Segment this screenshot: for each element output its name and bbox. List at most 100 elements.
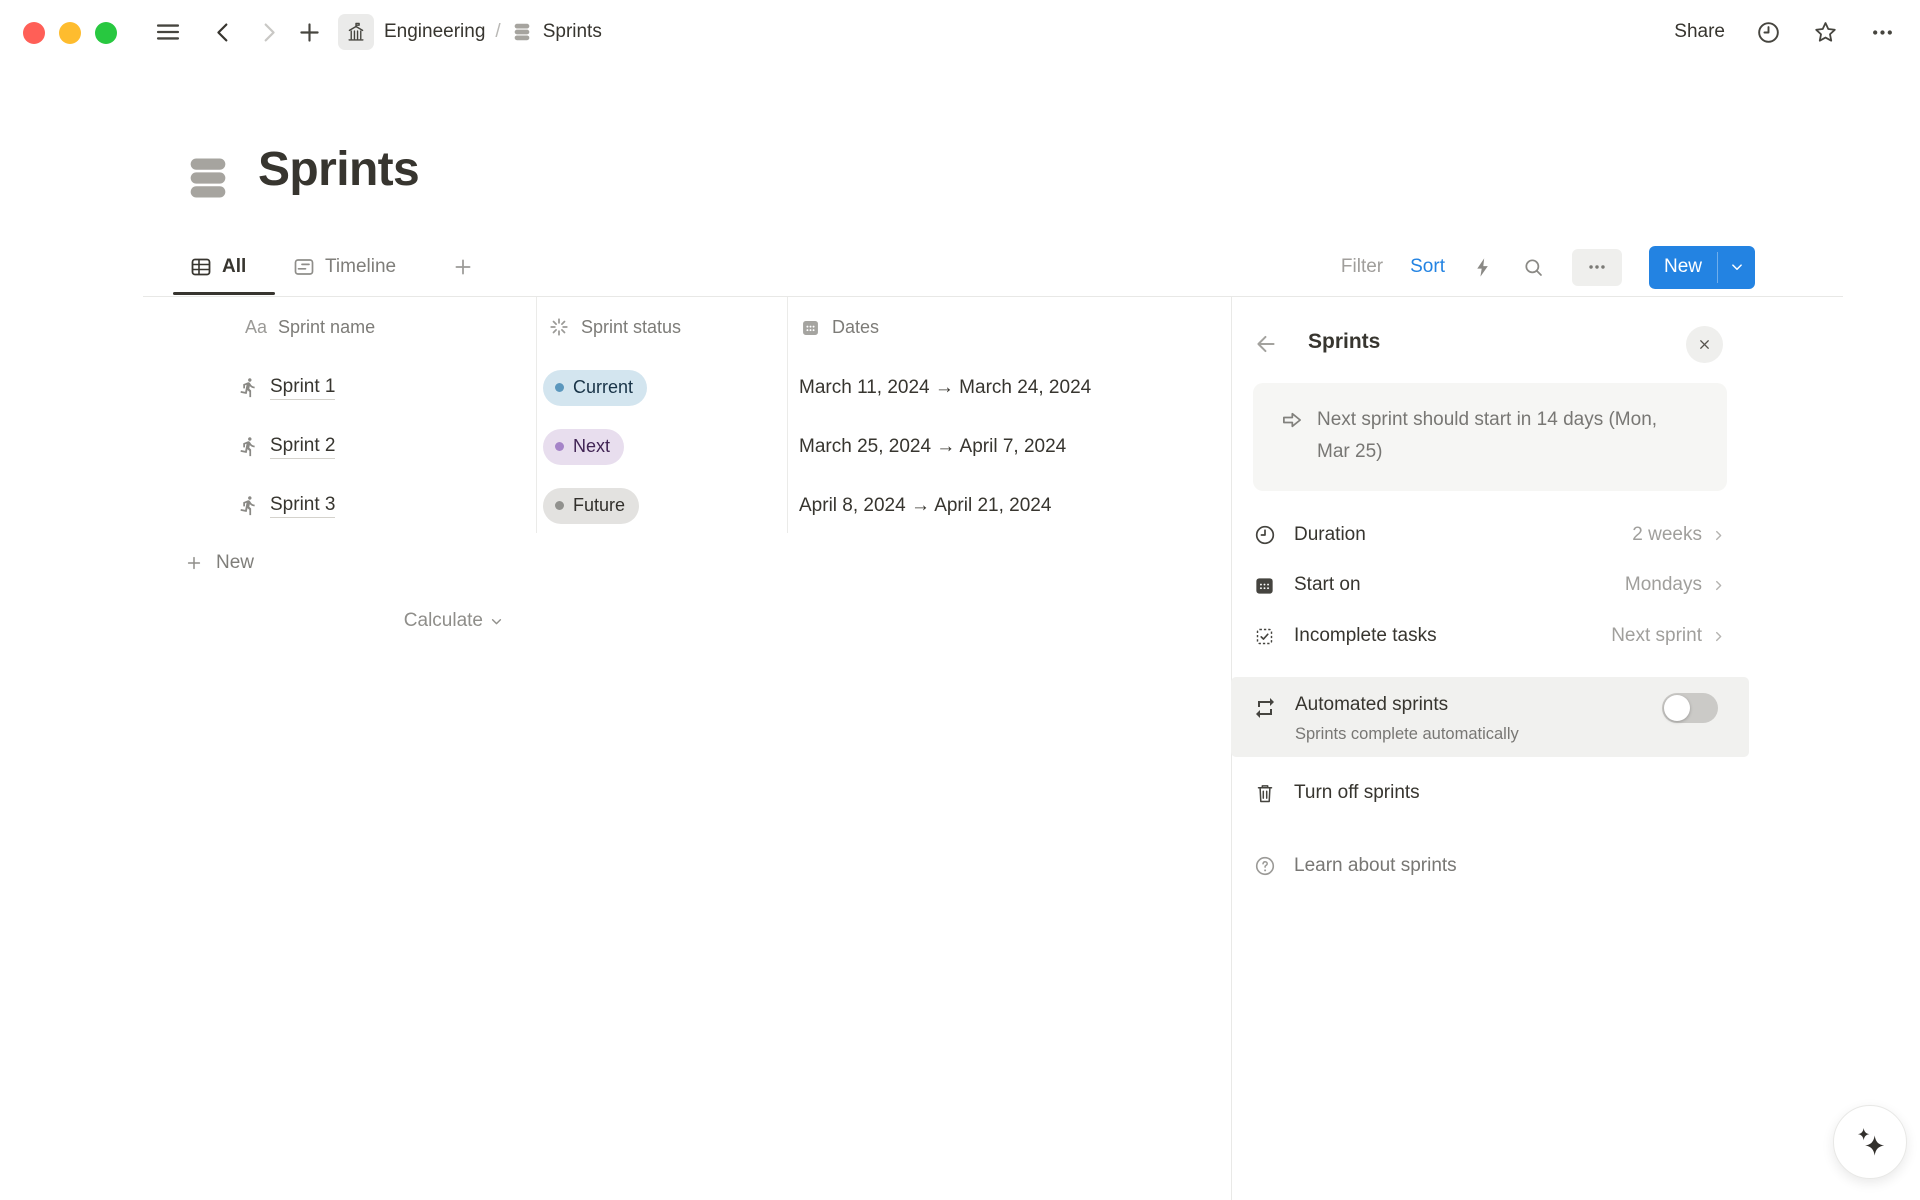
add-view-button[interactable] (452, 240, 474, 294)
panel-title: Sprints (1308, 330, 1380, 354)
nav-back-button[interactable] (210, 19, 237, 46)
status-dot (555, 383, 564, 392)
table-view-icon (189, 255, 213, 279)
sidebar-menu-button[interactable] (154, 18, 182, 46)
page-title[interactable]: Sprints (258, 142, 419, 197)
dates-cell[interactable]: March 25, 2024 → April 7, 2024 (799, 417, 1066, 476)
ellipsis-icon (1869, 19, 1896, 46)
sparkles-icon (1850, 1122, 1890, 1162)
tab-all[interactable]: All (189, 240, 246, 294)
search-view-button[interactable] (1522, 256, 1545, 279)
favorite-button[interactable] (1812, 19, 1839, 46)
arrow-left-icon (1253, 331, 1279, 357)
zoom-window-button[interactable] (95, 22, 117, 44)
toolbar-divider (143, 296, 1843, 297)
calculate-button[interactable]: Calculate (0, 592, 505, 650)
setting-incomplete-tasks[interactable]: Incomplete tasks Next sprint (1253, 611, 1727, 661)
sprint-name-cell[interactable]: Sprint 2 (238, 417, 335, 476)
setting-value: Mondays (1625, 574, 1702, 596)
building-icon (345, 21, 367, 43)
page-icon[interactable] (182, 152, 234, 204)
plus-icon (452, 256, 474, 278)
dates-cell[interactable]: March 11, 2024 → March 24, 2024 (799, 358, 1091, 417)
panel-close-button[interactable] (1686, 326, 1723, 363)
table-row: Sprint 1 Current March 11, 2024 → March … (143, 358, 1231, 417)
checkbox-icon (1253, 625, 1276, 648)
trash-icon (1253, 781, 1277, 805)
setting-duration[interactable]: Duration 2 weeks (1253, 510, 1727, 560)
sprint-page-link[interactable]: Sprint 1 (270, 376, 335, 400)
sprint-status-cell[interactable]: Next (543, 417, 624, 476)
view-options-button[interactable] (1572, 249, 1622, 286)
sprint-status-cell[interactable]: Current (543, 358, 647, 417)
help-icon (1253, 854, 1277, 878)
minimize-window-button[interactable] (59, 22, 81, 44)
setting-start-on[interactable]: Start on Mondays (1253, 560, 1727, 610)
breadcrumb-workspace[interactable]: Engineering (384, 21, 485, 43)
running-person-icon (238, 436, 259, 457)
new-row-button[interactable]: New (143, 534, 1231, 592)
column-label: Sprint status (581, 317, 681, 338)
chevron-down-icon (488, 613, 505, 630)
column-header-dates[interactable]: Dates (800, 297, 879, 357)
topbar-actions: Share (1674, 0, 1896, 64)
breadcrumb-page[interactable]: Sprints (543, 21, 602, 43)
dates-cell[interactable]: April 8, 2024 → April 21, 2024 (799, 476, 1051, 535)
sprint-page-link[interactable]: Sprint 3 (270, 494, 335, 518)
sprint-page-link[interactable]: Sprint 2 (270, 435, 335, 459)
repeat-icon (1253, 696, 1277, 720)
share-button[interactable]: Share (1674, 21, 1725, 43)
sprint-name-cell[interactable]: Sprint 3 (238, 476, 335, 535)
timeline-view-icon (292, 255, 316, 279)
setting-label: Incomplete tasks (1294, 625, 1611, 647)
learn-about-sprints-label: Learn about sprints (1294, 855, 1457, 877)
more-options-button[interactable] (1869, 19, 1896, 46)
ai-assistant-button[interactable] (1833, 1105, 1907, 1179)
tab-all-label: All (222, 256, 246, 278)
column-header-sprint-status[interactable]: Sprint status (548, 297, 681, 357)
chevron-right-icon (1710, 527, 1727, 544)
close-window-button[interactable] (23, 22, 45, 44)
automated-sprints-label: Automated sprints (1295, 694, 1448, 716)
sprint-status-cell[interactable]: Future (543, 476, 639, 535)
automated-sprints-toggle[interactable] (1662, 693, 1718, 723)
tab-timeline[interactable]: Timeline (292, 240, 396, 294)
learn-about-sprints-link[interactable]: Learn about sprints (1253, 841, 1727, 891)
column-label: Dates (832, 317, 879, 338)
new-record-dropdown[interactable] (1718, 246, 1755, 289)
chevron-left-icon (210, 19, 237, 46)
status-tag[interactable]: Next (543, 429, 624, 465)
nav-forward-button[interactable] (255, 19, 282, 46)
panel-back-button[interactable] (1253, 331, 1279, 357)
chevron-right-icon (1710, 577, 1727, 594)
status-label: Next (573, 436, 610, 457)
sprint-notice: Next sprint should start in 14 days (Mon… (1253, 383, 1727, 491)
status-dot (555, 501, 564, 510)
updates-button[interactable] (1755, 19, 1782, 46)
lightning-icon (1472, 256, 1495, 279)
sort-button[interactable]: Sort (1410, 256, 1445, 278)
automated-sprints-description: Sprints complete automatically (1295, 725, 1519, 744)
sprint-name-cell[interactable]: Sprint 1 (238, 358, 335, 417)
teamspace-icon-badge[interactable] (338, 14, 374, 50)
automations-button[interactable] (1472, 256, 1495, 279)
calculate-label: Calculate (404, 610, 483, 632)
arrow-right-outline-icon (1279, 407, 1305, 433)
setting-value: 2 weeks (1632, 524, 1702, 546)
table-row: Sprint 3 Future April 8, 2024 → April 21… (143, 476, 1231, 535)
calendar-icon (1253, 574, 1276, 597)
status-dot (555, 442, 564, 451)
status-tag[interactable]: Future (543, 488, 639, 524)
filter-button[interactable]: Filter (1341, 256, 1383, 278)
chevron-down-icon (1728, 258, 1746, 276)
column-header-sprint-name[interactable]: Aa Sprint name (245, 297, 375, 357)
clock-icon (1253, 523, 1277, 547)
new-record-button[interactable]: New (1649, 246, 1755, 289)
turn-off-sprints-button[interactable]: Turn off sprints (1253, 768, 1727, 818)
status-tag[interactable]: Current (543, 370, 647, 406)
automated-sprints-row[interactable]: Automated sprints Sprints complete autom… (1231, 677, 1749, 757)
chevron-right-icon (1710, 628, 1727, 645)
new-page-button[interactable] (296, 19, 323, 46)
notice-text: Next sprint should start in 14 days (Mon… (1317, 404, 1673, 468)
breadcrumb-separator: / (495, 21, 500, 43)
